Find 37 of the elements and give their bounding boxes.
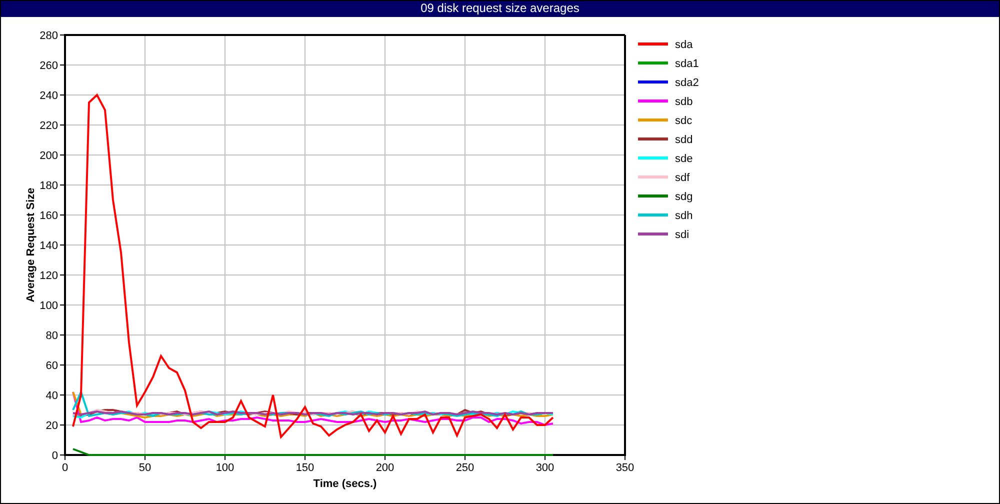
tick-label: 350: [616, 462, 634, 474]
tick-label: 200: [40, 150, 58, 162]
tick-label: 140: [40, 240, 58, 252]
tick-label: 220: [40, 120, 58, 132]
tick-label: 250: [456, 462, 474, 474]
tick-label: 200: [376, 462, 394, 474]
tick-label: 80: [46, 330, 58, 342]
legend-label: sda2: [675, 77, 699, 89]
legend-label: sda1: [675, 58, 699, 70]
tick-label: 50: [138, 462, 152, 474]
legend-label: sdc: [675, 115, 692, 127]
window-title: 09 disk request size averages: [420, 1, 580, 15]
tick-label: 100: [40, 300, 58, 312]
axis-title: Average Request Size: [25, 188, 37, 302]
tick-label: 300: [536, 462, 554, 474]
tick-label: 240: [40, 90, 58, 102]
tick-label: 150: [296, 462, 314, 474]
tick-label: 260: [40, 60, 58, 72]
tick-label: 120: [40, 270, 58, 282]
tick-label: 0: [52, 450, 58, 462]
legend-label: sdh: [675, 210, 693, 222]
tick-label: 60: [46, 360, 58, 372]
tick-label: 280: [40, 30, 58, 42]
tick-label: 40: [46, 390, 58, 402]
legend-label: sdd: [675, 134, 693, 146]
tick-label: 180: [40, 180, 58, 192]
legend-label: sdg: [675, 191, 693, 203]
axis-title: Time (secs.): [313, 478, 377, 490]
legend-label: sdi: [675, 229, 690, 241]
tick-label: 0: [62, 462, 68, 474]
legend-label: sda: [675, 39, 693, 51]
legend-label: sde: [675, 153, 693, 165]
tick-label: 20: [46, 420, 58, 432]
legend-label: sdf: [675, 172, 690, 184]
legend-label: sdb: [675, 96, 693, 108]
tick-label: 100: [216, 462, 234, 474]
tick-label: 160: [40, 210, 58, 222]
